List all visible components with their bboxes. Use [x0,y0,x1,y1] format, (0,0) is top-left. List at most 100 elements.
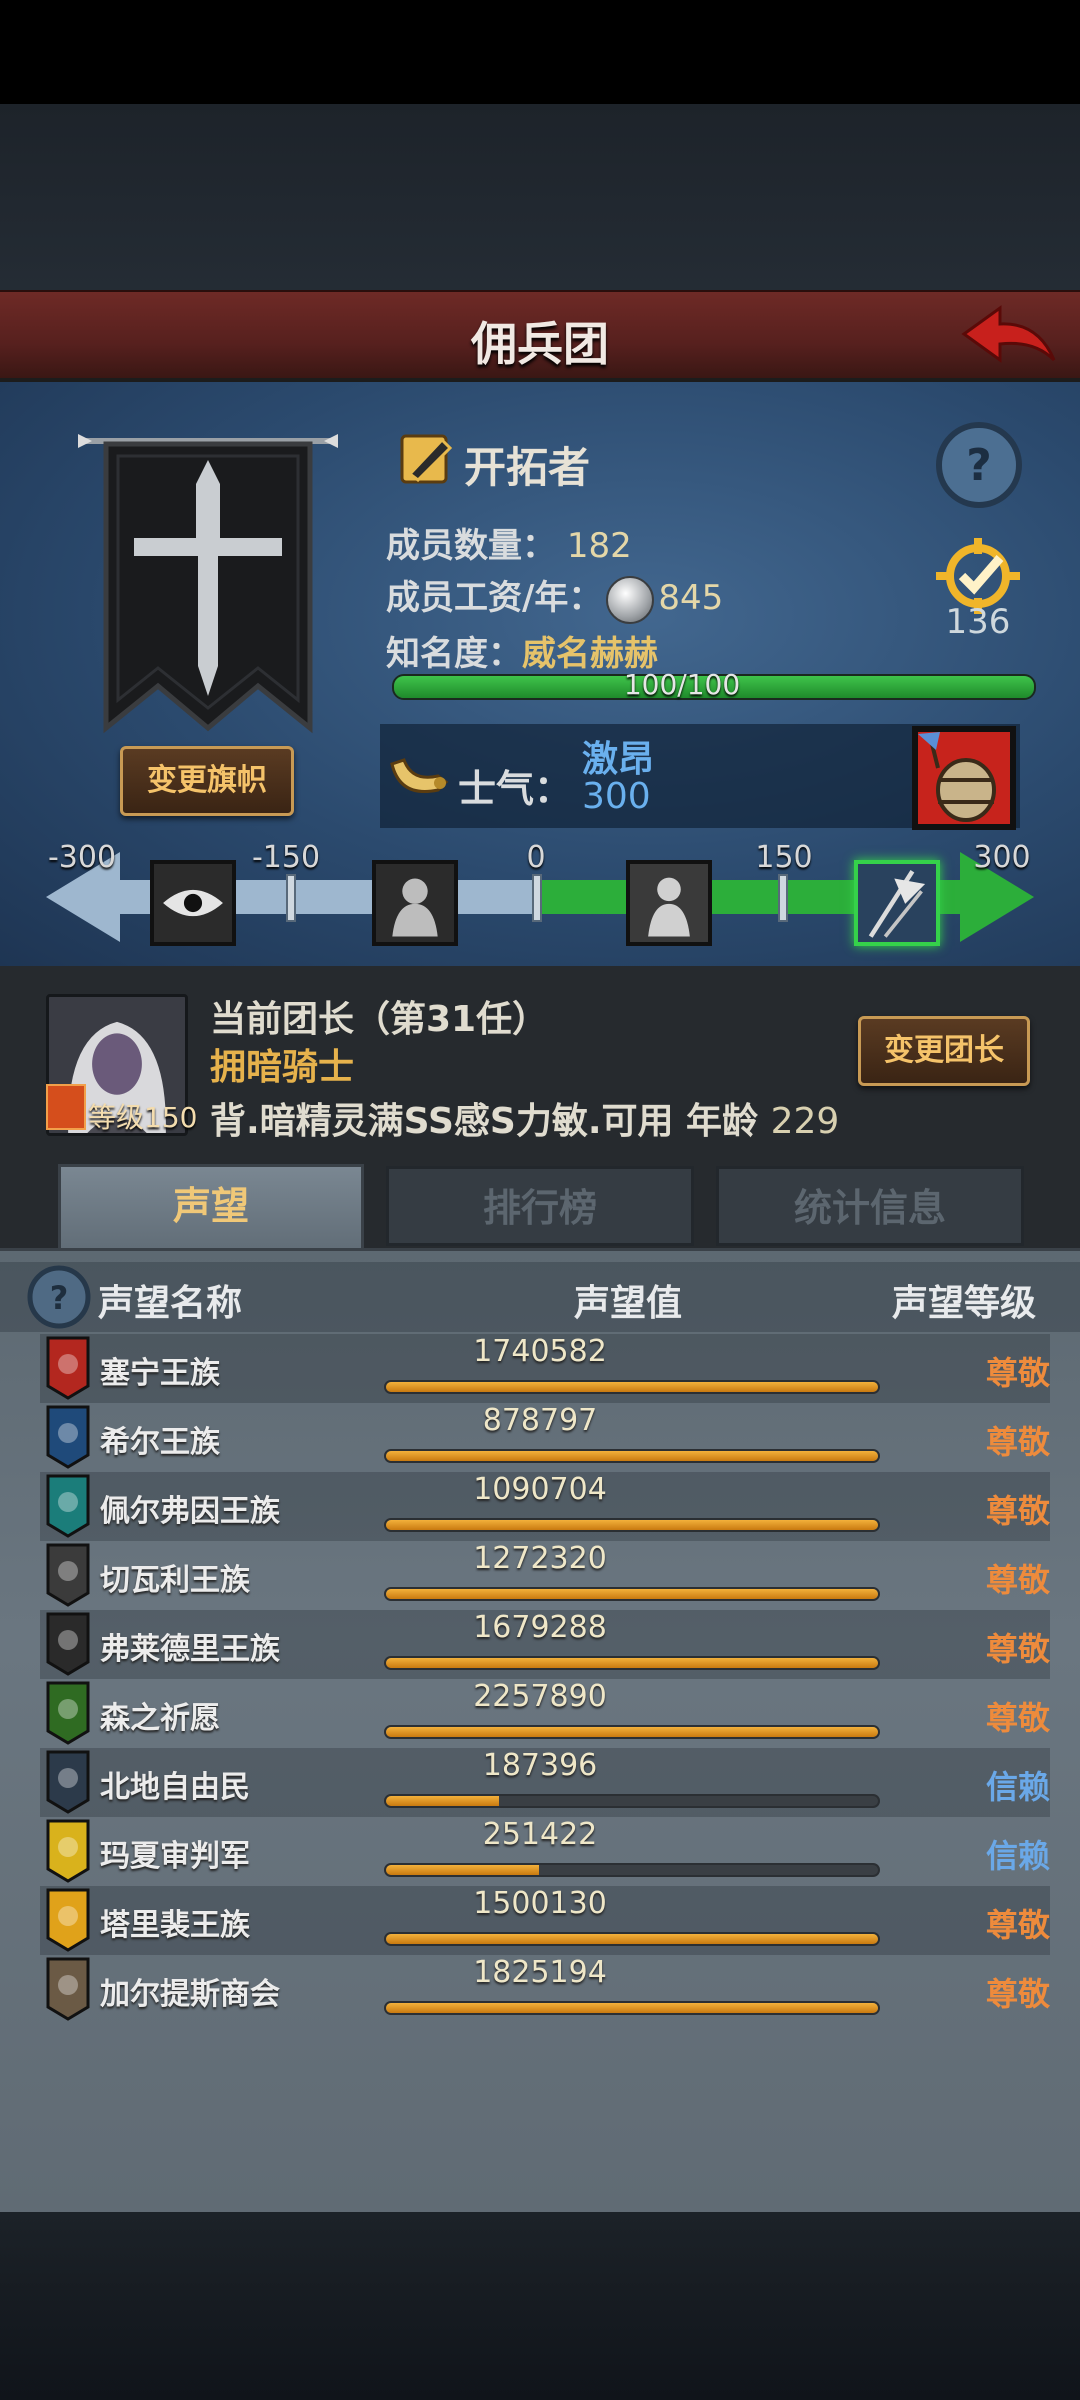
wage-stat: 成员工资/年： 845 [386,570,723,624]
reputation-bar-fill [386,1382,878,1392]
help-icon[interactable]: ? [26,1264,92,1330]
table-row[interactable]: 佩尔弗因王族 1090704 尊敬 [40,1472,1050,1541]
barrel-flag-icon[interactable] [910,724,1018,832]
tab-ranking[interactable]: 排行榜 [386,1166,694,1246]
tab-reputation[interactable]: 声望 [58,1164,364,1254]
table-row[interactable]: 希尔王族 878797 尊敬 [40,1403,1050,1472]
tab-statistics[interactable]: 统计信息 [716,1166,1024,1246]
reputation-value: 1500130 [473,1886,607,1921]
table-row[interactable]: 切瓦利王族 1272320 尊敬 [40,1541,1050,1610]
reputation-level: 尊敬 [985,1906,1050,1944]
members-value: 182 [566,526,632,566]
faction-name: 加尔提斯商会 [100,1977,280,2012]
faction-emblem-icon [46,1957,90,2021]
reputation-bar [384,1725,880,1739]
table-row[interactable]: 森之祈愿 2257890 尊敬 [40,1679,1050,1748]
reputation-bar-fill [386,1520,878,1530]
column-header-level: 声望等级 [892,1283,1037,1324]
reputation-bar-fill [386,1865,539,1875]
reputation-level: 尊敬 [985,1975,1050,2013]
scale-tick-label: -300 [47,840,117,875]
reputation-level: 尊敬 [985,1492,1050,1530]
faction-emblem-icon [46,1612,90,1676]
members-stat: 成员数量： 182 [386,518,632,567]
mercenary-banner-icon [78,434,338,734]
leader-title: 当前团长（第31任） [210,999,549,1040]
change-leader-button[interactable]: 变更团长 [858,1016,1030,1086]
fear-eye-icon[interactable] [150,860,236,946]
faction-emblem-icon [46,1474,90,1538]
fame-progress-text: 100/100 [623,668,741,701]
table-row[interactable]: 弗莱德里王族 1679288 尊敬 [40,1610,1050,1679]
faction-name: 佩尔弗因王族 [100,1494,280,1529]
table-row[interactable]: 加尔提斯商会 1825194 尊敬 [40,1955,1050,2024]
reputation-level: 信赖 [985,1768,1050,1806]
members-label: 成员数量： [386,526,556,566]
faction-name: 弗莱德里王族 [100,1632,280,1667]
wage-label: 成员工资/年： [386,578,603,618]
back-arrow-icon[interactable] [960,300,1060,376]
reputation-bar-fill [386,1796,500,1806]
reputation-value: 1679288 [473,1610,607,1645]
reputation-value: 1090704 [473,1472,607,1507]
reputation-level: 尊敬 [985,1354,1050,1392]
faction-emblem-icon [46,1681,90,1745]
reputation-bar-fill [386,1589,878,1599]
reputation-bar-fill [386,2003,878,2013]
reputation-bar [384,1587,880,1601]
reputation-level: 尊敬 [985,1630,1050,1668]
scale-tick-label: 0 [526,840,546,875]
reputation-value: 2257890 [473,1679,607,1714]
faction-emblem-icon [46,1888,90,1952]
svg-text:?: ? [966,440,992,491]
table-row[interactable]: 塔里裴王族 1500130 尊敬 [40,1886,1050,1955]
reputation-bar-fill [386,1934,878,1944]
scale-tick-label: 300 [973,840,1031,875]
level-flag-icon [46,1084,86,1130]
group-name: 开拓者 [464,443,591,492]
leader-age-value: 229 [770,1101,840,1142]
morale-label: 士气： [458,767,573,811]
svg-text:?: ? [50,1279,69,1317]
horn-icon [390,758,449,793]
column-header-name: 声望名称 [98,1283,243,1324]
table-row[interactable]: 玛夏审判军 251422 信赖 [40,1817,1050,1886]
leader-class: 拥暗骑士 [210,1047,355,1088]
scale-tick [286,874,296,922]
rally-banner-icon[interactable] [854,860,940,946]
faction-name: 切瓦利王族 [100,1563,250,1598]
reputation-bar [384,1518,880,1532]
reputation-value: 187396 [482,1748,598,1783]
reputation-level: 尊敬 [985,1561,1050,1599]
reputation-bar-fill [386,1727,878,1737]
faction-name: 塞宁王族 [100,1356,220,1391]
page-title: 佣兵团 [471,317,609,371]
faction-name: 希尔王族 [100,1425,220,1460]
faction-emblem-icon [46,1543,90,1607]
change-flag-button[interactable]: 变更旗帜 [120,746,294,816]
reputation-bar [384,1932,880,1946]
faction-name: 北地自由民 [100,1770,250,1805]
target-value: 136 [945,602,1011,642]
column-header-value: 声望值 [574,1283,683,1324]
scale-tick-label: 150 [755,840,813,875]
table-row[interactable]: 塞宁王族 1740582 尊敬 [40,1334,1050,1403]
reputation-bar [384,1863,880,1877]
reputation-value: 1825194 [473,1955,607,1990]
faction-emblem-icon [46,1750,90,1814]
reputation-bar [384,1656,880,1670]
faction-emblem-icon [46,1819,90,1883]
table-row[interactable]: 北地自由民 187396 信赖 [40,1748,1050,1817]
reputation-bar-fill [386,1658,878,1668]
status-bar [0,0,1080,104]
reputation-level: 尊敬 [985,1423,1050,1461]
calm-figure-icon[interactable] [626,860,712,946]
help-icon[interactable]: ? [934,420,1024,510]
reputation-bar-fill [386,1451,878,1461]
title-bar: 佣兵团 [0,290,1080,382]
reputation-bar [384,2001,880,2015]
reputation-level: 信赖 [985,1837,1050,1875]
despair-figure-icon[interactable] [372,860,458,946]
reputation-value: 878797 [482,1403,598,1438]
reputation-value: 1272320 [473,1541,607,1576]
